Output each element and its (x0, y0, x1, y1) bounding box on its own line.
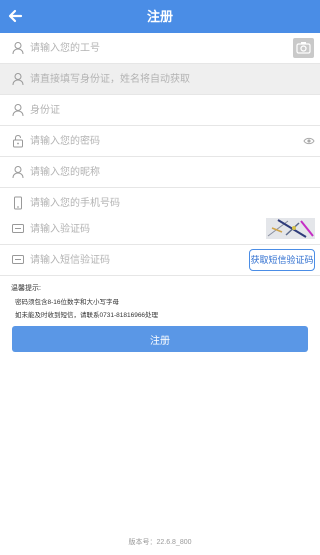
employee-id-input[interactable] (30, 33, 285, 63)
user-icon (12, 42, 24, 55)
lock-icon (13, 134, 23, 148)
register-button[interactable]: 注册 (12, 326, 308, 352)
user-icon (12, 166, 24, 179)
captcha-input[interactable] (30, 214, 260, 244)
user-icon (12, 104, 24, 117)
version-label: 版本号：22.6.8_800 (128, 539, 192, 546)
name-row (0, 64, 320, 95)
tips-title: 温馨提示: (11, 285, 41, 292)
user-icon (12, 73, 24, 86)
sms-code-row: 获取短信验证码 (0, 245, 320, 276)
password-input[interactable] (30, 126, 290, 156)
camera-icon (296, 42, 311, 54)
tip-password-rule: 密码须包含8-16位数字和大小写字母 (15, 299, 120, 306)
employee-id-row (0, 33, 320, 64)
message-icon (12, 255, 24, 264)
captcha-noise-icon (267, 219, 314, 238)
captcha-image[interactable] (266, 218, 315, 239)
tip-sms-contact: 如未能及时收到短信，请联系0731-81816966处理 (15, 312, 159, 319)
eye-toggle-icon[interactable] (303, 136, 315, 146)
name-input[interactable] (30, 64, 310, 94)
get-sms-code-button[interactable]: 获取短信验证码 (249, 249, 315, 271)
phone-icon (14, 196, 22, 210)
password-row (0, 126, 320, 157)
id-card-input[interactable] (30, 95, 310, 125)
scan-camera-button[interactable] (293, 38, 314, 58)
id-card-row (0, 95, 320, 126)
message-icon (12, 224, 24, 233)
sms-code-input[interactable] (30, 245, 240, 275)
nickname-row (0, 157, 320, 188)
page-title: 注册 (146, 9, 173, 24)
captcha-row (0, 214, 320, 245)
app-header: 注册 (0, 0, 320, 33)
nickname-input[interactable] (30, 157, 310, 187)
